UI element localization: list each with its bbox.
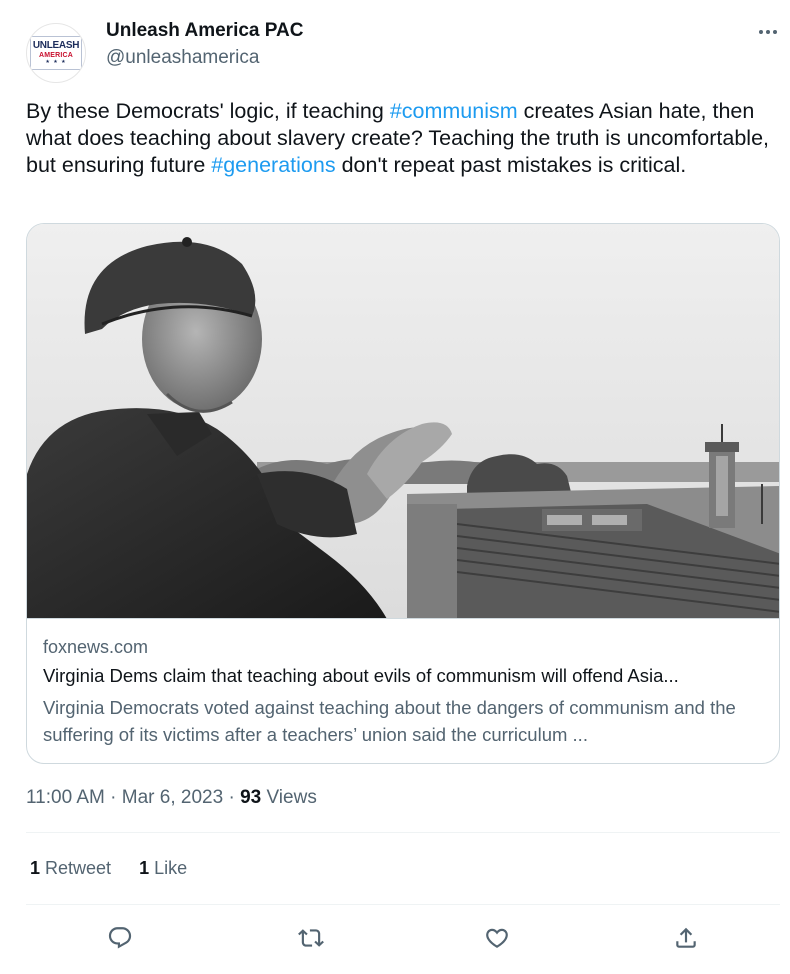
retweets-count: 1 <box>30 858 41 878</box>
share-icon[interactable] <box>671 923 701 953</box>
author-avatar[interactable]: UNLEASH AMERICA ★ ★ ★ <box>26 23 86 83</box>
meta-separator: · <box>223 787 241 808</box>
hashtag-communism-link[interactable]: #communism <box>390 99 518 123</box>
tweet-header: UNLEASH AMERICA ★ ★ ★ Unleash America PA… <box>26 18 780 83</box>
avatar-logo-line1: UNLEASH <box>32 40 80 51</box>
tweet-date-link[interactable]: Mar 6, 2023 <box>122 787 223 808</box>
more-options-icon[interactable] <box>756 22 780 42</box>
retweet-icon[interactable] <box>296 923 326 953</box>
like-icon[interactable] <box>482 923 512 953</box>
link-preview-card[interactable]: foxnews.com Virginia Dems claim that tea… <box>26 223 780 764</box>
views-count: 93 <box>240 787 262 808</box>
retweets-label: Retweet <box>40 858 112 878</box>
likes-stat[interactable]: 1 Like <box>139 858 187 879</box>
author-name[interactable]: Unleash America PAC <box>106 20 303 42</box>
engagement-stats: 1 Retweet 1 Like <box>30 858 187 879</box>
action-bar <box>26 915 780 959</box>
views-label: Views <box>261 787 317 808</box>
card-image[interactable] <box>27 224 779 619</box>
likes-label: Like <box>149 858 188 878</box>
card-photo-icon <box>27 224 779 618</box>
card-title: Virginia Dems claim that teaching about … <box>43 665 679 686</box>
reply-icon[interactable] <box>105 923 135 953</box>
author-handle[interactable]: @unleashamerica <box>106 47 259 69</box>
avatar-logo-line2: AMERICA <box>38 52 74 59</box>
retweets-stat[interactable]: 1 Retweet <box>30 858 111 879</box>
tweet-text-segment: don't repeat past mistakes is critical. <box>335 153 687 177</box>
hashtag-generations-link[interactable]: #generations <box>211 153 335 177</box>
tweet-time-link[interactable]: 11:00 AM <box>26 787 105 808</box>
meta-separator: · <box>104 787 122 808</box>
tweet-text: By these Democrats' logic, if teaching #… <box>26 98 776 179</box>
divider <box>26 904 780 905</box>
tweet-meta: 11:00 AM · Mar 6, 2023 · 93 Views <box>26 787 317 809</box>
divider <box>26 832 780 833</box>
card-domain: foxnews.com <box>43 637 149 657</box>
likes-count: 1 <box>139 858 150 878</box>
card-description: Virginia Democrats voted against teachin… <box>43 697 736 745</box>
avatar-logo: UNLEASH AMERICA ★ ★ ★ <box>30 36 82 70</box>
avatar-logo-stars: ★ ★ ★ <box>45 59 67 65</box>
tweet-text-segment: By these Democrats' logic, if teaching <box>26 99 390 123</box>
